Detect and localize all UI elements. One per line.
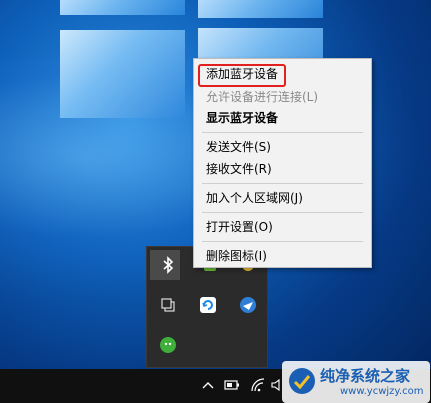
menu-item-join-pan[interactable]: 加入个人区域网(J) — [206, 189, 303, 207]
menu-separator — [202, 212, 363, 213]
menu-separator — [202, 183, 363, 184]
wifi-icon[interactable] — [250, 377, 266, 393]
menu-item-remove-icon[interactable]: 删除图标(I) — [206, 247, 267, 265]
sync-icon[interactable] — [198, 295, 218, 315]
menu-item-open-settings[interactable]: 打开设置(O) — [206, 218, 273, 236]
windows-logo-pane — [60, 0, 185, 15]
bluetooth-context-menu: 添加蓝牙设备 允许设备进行连接(L) 显示蓝牙设备 发送文件(S) 接收文件(R… — [193, 58, 372, 268]
windows-logo-pane — [198, 0, 323, 18]
bluetooth-icon[interactable] — [158, 255, 178, 275]
menu-item-send-file[interactable]: 发送文件(S) — [206, 138, 271, 156]
windows-logo-pane — [60, 30, 185, 118]
watermark-title: 纯净系统之家 — [320, 367, 411, 385]
site-watermark: 纯净系统之家 www.ycwjzy.com — [282, 361, 430, 403]
menu-item-show-bluetooth-devices[interactable]: 显示蓝牙设备 — [206, 109, 278, 127]
menu-item-add-bluetooth-device[interactable]: 添加蓝牙设备 — [206, 65, 278, 83]
browser-icon[interactable] — [238, 295, 258, 315]
battery-icon[interactable] — [224, 377, 240, 393]
menu-separator — [202, 241, 363, 242]
watermark-logo-icon — [289, 368, 315, 394]
menu-item-receive-file[interactable]: 接收文件(R) — [206, 160, 272, 178]
watermark-url: www.ycwjzy.com — [340, 386, 424, 397]
menu-item-allow-connect: 允许设备进行连接(L) — [206, 90, 319, 104]
menu-separator — [202, 132, 363, 133]
wechat-icon[interactable] — [158, 335, 178, 355]
chevron-up-icon[interactable] — [200, 377, 216, 393]
copy-icon[interactable] — [158, 295, 178, 315]
